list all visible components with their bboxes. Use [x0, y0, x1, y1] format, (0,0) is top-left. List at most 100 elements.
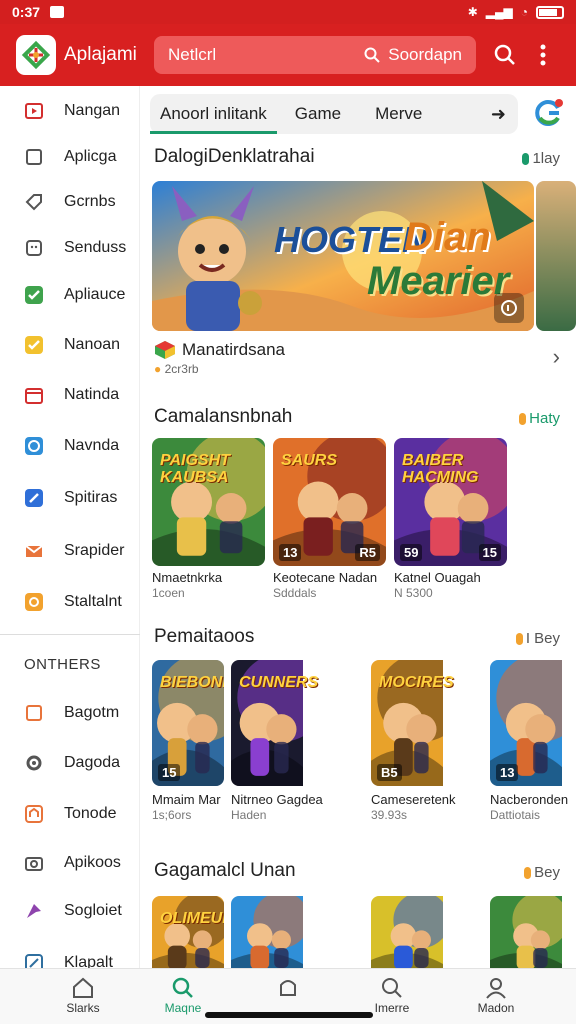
featured-banner[interactable]: HOGTEN Dian Mearier	[152, 181, 534, 331]
sidebar-item-label: Navnda	[64, 437, 120, 454]
search-icon	[364, 47, 380, 63]
section-more-1[interactable]: 1lay	[522, 150, 560, 167]
sidebar-item-8[interactable]: Spitiras	[24, 483, 117, 513]
sidebar-item-label: Apliauce	[64, 286, 126, 303]
nav-profile-label: Madon	[477, 1001, 515, 1015]
game-card[interactable]: OLIMEUBS	[152, 896, 224, 968]
section-title-3: Pemaitaoos	[154, 626, 255, 647]
game-name[interactable]: Nacberonden	[490, 792, 568, 807]
sidebar-item-6[interactable]: Natinda	[24, 380, 119, 410]
nav-center[interactable]	[248, 975, 328, 1001]
game-card[interactable]: CUNNERS	[231, 660, 362, 786]
game-card[interactable]: PAIGSHT KAUBSA	[152, 438, 265, 566]
sidebar-other-item-1[interactable]: Dagoda	[24, 748, 120, 778]
game-card-art	[152, 438, 265, 566]
game-card[interactable]	[371, 896, 482, 968]
tab-scroll-arrow-icon[interactable]: ➜	[491, 104, 506, 125]
sidebar-item-0[interactable]: Nangan	[24, 96, 120, 126]
nav-home[interactable]: Slarks	[43, 975, 123, 1015]
game-name[interactable]: Mmaim Mar	[152, 792, 221, 807]
app-logo[interactable]	[16, 35, 56, 75]
sidebar-item-4[interactable]: Apliauce	[24, 280, 125, 310]
sidebar-item-2[interactable]: Gcrnbs	[24, 187, 116, 217]
search-left-text: Netlcrl	[168, 45, 217, 64]
square-icon	[24, 703, 44, 723]
search-button[interactable]	[490, 40, 520, 70]
tab-0[interactable]: Anoorl inlitank	[150, 94, 277, 134]
game-card-title: SAURS	[281, 452, 338, 469]
game-card[interactable]: 13	[490, 660, 576, 786]
game-card-badge: 15	[158, 764, 181, 781]
game-card-title: CUNNERS	[239, 674, 319, 691]
game-card[interactable]	[231, 896, 362, 968]
search-icon	[172, 977, 193, 998]
sidebar-item-label: Bagotm	[64, 704, 120, 721]
nav-profile[interactable]: Madon	[456, 975, 536, 1015]
nav-explore[interactable]: Imerre	[352, 975, 432, 1015]
dot-icon	[519, 412, 527, 425]
banner-title-line2: Dian	[404, 215, 491, 259]
game-card-title: MOCIRES	[379, 674, 454, 691]
search-bar[interactable]: Netlcrl Soordapn	[154, 36, 476, 74]
sidebar-other-item-2[interactable]: Tonode	[24, 799, 117, 829]
game-card[interactable]: MOCIRES B5	[371, 660, 482, 786]
nav-explore-label: Imerre	[374, 1001, 410, 1015]
sidebar-item-5[interactable]: Nanoan	[24, 330, 120, 360]
sidebar-item-10[interactable]: Staltalnt	[24, 587, 122, 617]
notification-icon	[50, 6, 65, 18]
gesture-home-bar[interactable]	[205, 1012, 373, 1018]
game-card-badge-right: 15	[478, 544, 501, 561]
tab-1[interactable]: Game	[285, 94, 351, 134]
search-icon	[494, 44, 515, 65]
circle-icon	[24, 436, 44, 456]
next-banner-peek[interactable]	[536, 181, 576, 331]
sidebar-item-7[interactable]: Navnda	[24, 431, 119, 461]
game-name[interactable]: Cameseretenk	[371, 792, 456, 807]
more-options-button[interactable]	[528, 40, 558, 70]
section-more-4[interactable]: Bey	[524, 864, 560, 881]
game-card-title: OLIMEUBS	[160, 910, 224, 927]
camera-icon	[24, 853, 44, 873]
featured-app-name: Manatirdsana	[182, 340, 286, 359]
game-meta: Haden	[231, 808, 267, 822]
sidebar: Nangan Aplicga Gcrnbs Senduss Apliauce Nanoan…	[0, 86, 140, 972]
sidebar-other-item-3[interactable]: Apikoos	[24, 848, 121, 878]
game-name[interactable]: Nmaetnkrka	[152, 570, 222, 585]
game-card[interactable]: BAIBER HACMING 59 15	[394, 438, 507, 566]
game-card[interactable]	[490, 896, 576, 968]
game-name[interactable]: Nitrneo Gagdea	[231, 792, 323, 807]
game-meta: 1s;6ors	[152, 808, 192, 822]
game-name[interactable]: Keotecane Nadan	[273, 570, 377, 585]
game-card[interactable]: SAURS 13 R5	[273, 438, 386, 566]
game-name[interactable]: Katnel Ouagah	[394, 570, 481, 585]
sidebar-item-9[interactable]: Srapider	[24, 536, 124, 566]
featured-app[interactable]: Manatirdsana	[152, 340, 285, 360]
sidebar-other-item-0[interactable]: Bagotm	[24, 698, 119, 728]
tab-2[interactable]: Merve	[365, 94, 432, 134]
link-icon	[24, 488, 44, 508]
sidebar-other-item-4[interactable]: Sogloiet	[24, 896, 122, 926]
featured-app-sub: ● 2cr3rb	[154, 362, 199, 376]
main-content: Anoorl inlitank Game Merve ➜ DalogiDenkl…	[140, 86, 576, 968]
play-button[interactable]	[494, 293, 524, 323]
arrow-icon	[24, 901, 44, 921]
nav-search[interactable]: Maqne	[143, 975, 223, 1015]
home-icon	[73, 977, 93, 998]
game-meta: N 5300	[394, 586, 433, 600]
section-more-2[interactable]: Haty	[519, 410, 560, 427]
sidebar-item-label: Senduss	[64, 239, 127, 256]
google-icon[interactable]	[534, 98, 564, 128]
section-more-3[interactable]: I Bey	[515, 630, 560, 647]
clock: 0:37	[12, 4, 41, 20]
game-card-badge: 13	[496, 764, 519, 781]
chevron-right-icon[interactable]: ›	[553, 344, 560, 370]
game-card[interactable]: BIEBONH 15	[152, 660, 224, 786]
sidebar-item-1[interactable]: Aplicga	[24, 142, 116, 172]
tag-icon	[24, 192, 44, 212]
sidebar-item-3[interactable]: Senduss	[24, 233, 126, 263]
dot-icon	[522, 152, 530, 165]
section-title-1: DalogiDenklatrahai	[154, 146, 315, 167]
sidebar-item-label: Spitiras	[64, 489, 118, 506]
sidebar-section-title: ONTHERS	[24, 656, 101, 673]
person-icon	[486, 978, 506, 999]
